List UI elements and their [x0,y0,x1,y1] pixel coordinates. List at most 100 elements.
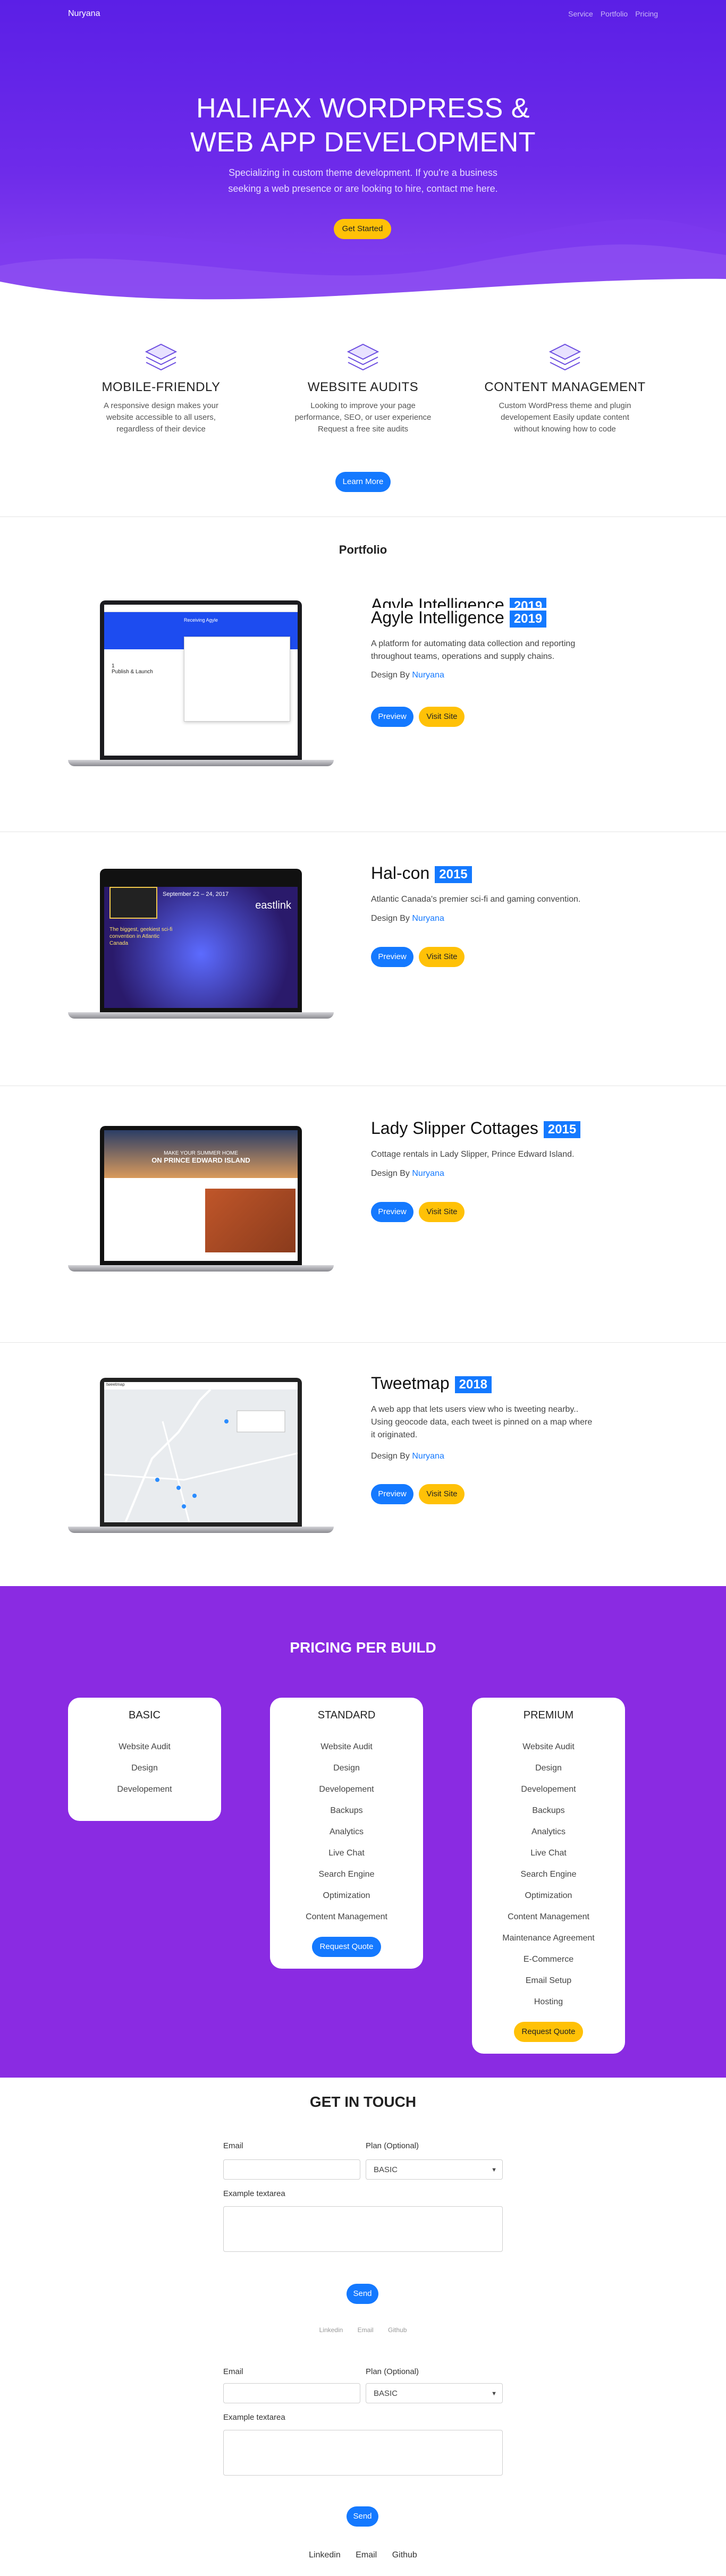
plan-feature: Backups [330,1806,363,1815]
plan-label: Plan (Optional) [366,2141,419,2150]
feature-website-audits: WEBSITE AUDITS Looking to improve your p… [278,335,448,435]
footer-links: Linkedin Email Github [0,2550,726,2560]
preview-button[interactable]: Preview [371,1202,413,1222]
year-badge: 2018 [454,1376,492,1393]
layers-icon [145,343,178,371]
plan-selected-value: BASIC [374,2165,398,2174]
navbar: Nuryana Service Portfolio Pricing [0,0,726,28]
footer-link-github[interactable]: Github [388,2326,407,2334]
send-button[interactable]: Send [347,2506,378,2527]
brand-logo[interactable]: Nuryana [68,9,100,19]
hero-section: Nuryana Service Portfolio Pricing HALIFA… [0,0,726,313]
plan-features: Website Audit Design Developement Backup… [472,1736,625,2013]
designer-link[interactable]: Nuryana [412,914,444,923]
design-by-label: Design By [371,1452,410,1461]
halcon-dates: September 22 – 24, 2017 [163,891,229,897]
pricing-section: PRICING PER BUILD BASIC Website Audit De… [0,1586,726,2078]
plan-select[interactable]: BASIC ▼ [366,2383,503,2403]
project-name: Lady Slipper Cottages [371,1118,538,1138]
visit-site-button[interactable]: Visit Site [419,1202,465,1222]
features-section: MOBILE-FRIENDLY A responsive design make… [0,335,726,494]
visit-site-button[interactable]: Visit Site [419,1484,465,1504]
layers-icon [548,343,581,371]
footer-link-email[interactable]: Email [356,2550,377,2560]
tweetmap-app-name: tweetmap [104,1382,298,1389]
feature-title: CONTENT MANAGEMENT [484,380,646,394]
plan-select[interactable]: BASIC ▼ [366,2159,503,2180]
footer-link-github[interactable]: Github [392,2550,417,2560]
pricing-card-standard: STANDARD Website Audit Design Developeme… [270,1698,423,1969]
laptop-mockup: Receiving Agyle 1 Publish & Launch [68,600,334,776]
email-field[interactable] [223,2383,360,2403]
feature-text: Custom WordPress theme and plugin develo… [499,401,631,434]
feature-mobile-friendly: MOBILE-FRIENDLY A responsive design make… [76,335,246,435]
message-textarea[interactable] [223,2430,503,2476]
lady-banner-line-2: ON PRINCE EDWARD ISLAND [151,1156,250,1164]
portfolio-heading: Portfolio [339,543,387,556]
nav-link-portfolio[interactable]: Portfolio [601,10,628,18]
project-description: A platform for automating data collectio… [371,639,576,661]
design-by-label: Design By [371,671,410,680]
project-description: Cottage rentals in Lady Slipper, Prince … [371,1150,575,1159]
plan-feature: Backups [532,1806,565,1815]
visit-site-button[interactable]: Visit Site [419,947,465,967]
get-started-button[interactable]: Get Started [334,219,391,239]
agyle-step-number: 1 [112,663,115,669]
preview-button[interactable]: Preview [371,707,413,727]
plan-feature: Analytics [531,1827,566,1836]
preview-button[interactable]: Preview [371,947,413,967]
hero-subtitle-line-1: Specializing in custom theme development… [229,167,497,178]
hero-title-line-2: WEB APP DEVELOPMENT [190,127,536,158]
plan-feature: Website Audit [119,1742,171,1751]
footer-link-email[interactable]: Email [358,2326,374,2334]
project-buttons: Preview Visit Site [371,1202,468,1222]
laptop-mockup: tweetmap [68,1378,334,1537]
plan-selected-value: BASIC [374,2389,398,2398]
plan-feature: Hosting [534,1997,563,2006]
layers-icon [347,343,379,371]
hero-waves-decoration [0,219,726,313]
message-textarea[interactable] [223,2206,503,2252]
pricing-heading: PRICING PER BUILD [290,1639,436,1656]
request-quote-button[interactable]: Request Quote [514,2022,583,2042]
project-credit: Design By Nuryana [371,671,444,680]
footer-link-linkedin[interactable]: Linkedin [309,2550,341,2560]
nav-links: Service Portfolio Pricing [568,10,658,18]
visit-site-button[interactable]: Visit Site [419,707,465,727]
learn-more-button[interactable]: Learn More [335,472,391,492]
project-title: Lady Slipper Cottages 2015 [371,1118,581,1138]
feature-title: WEBSITE AUDITS [307,380,419,394]
designer-link[interactable]: Nuryana [412,1452,444,1461]
halcon-partner-logo: eastlink [255,900,291,911]
textarea-label: Example textarea [223,2189,285,2198]
project-description: A web app that lets users view who is tw… [371,1405,593,1439]
designer-link[interactable]: Nuryana [412,671,444,680]
plan-name: PREMIUM [523,1709,574,1721]
plan-name: STANDARD [317,1709,376,1721]
email-label: Email [223,2141,243,2150]
project-title: Hal-con 2015 [371,863,472,883]
pricing-card-basic: BASIC Website Audit Design Developement [68,1698,221,1821]
plan-features: Website Audit Design Developement Backup… [270,1736,423,1928]
project-name: Agyle Intelligence [371,608,504,627]
project-title: Agyle Intelligence 2019 [371,608,547,628]
plan-features: Website Audit Design Developement [68,1736,221,1800]
pricing-card-premium: PREMIUM Website Audit Design Developemen… [472,1698,625,2054]
email-field[interactable] [223,2159,360,2180]
send-button[interactable]: Send [347,2284,378,2304]
plan-feature: Search Engine [520,1870,577,1879]
nav-link-service[interactable]: Service [568,10,593,18]
footer-link-linkedin[interactable]: Linkedin [319,2326,343,2334]
plan-feature: Website Audit [522,1742,575,1751]
plan-feature: Optimization [323,1891,370,1900]
section-divider [0,1342,726,1343]
preview-button[interactable]: Preview [371,1484,413,1504]
plan-feature: Website Audit [320,1742,373,1751]
designer-link[interactable]: Nuryana [412,1169,444,1178]
laptop-mockup: MAKE YOUR SUMMER HOME ON PRINCE EDWARD I… [68,1126,334,1280]
request-quote-button[interactable]: Request Quote [312,1937,381,1957]
design-by-label: Design By [371,1169,410,1178]
nav-link-pricing[interactable]: Pricing [635,10,658,18]
project-buttons: Preview Visit Site [371,707,468,727]
laptop-mockup: September 22 – 24, 2017 The biggest, gee… [68,869,334,1028]
